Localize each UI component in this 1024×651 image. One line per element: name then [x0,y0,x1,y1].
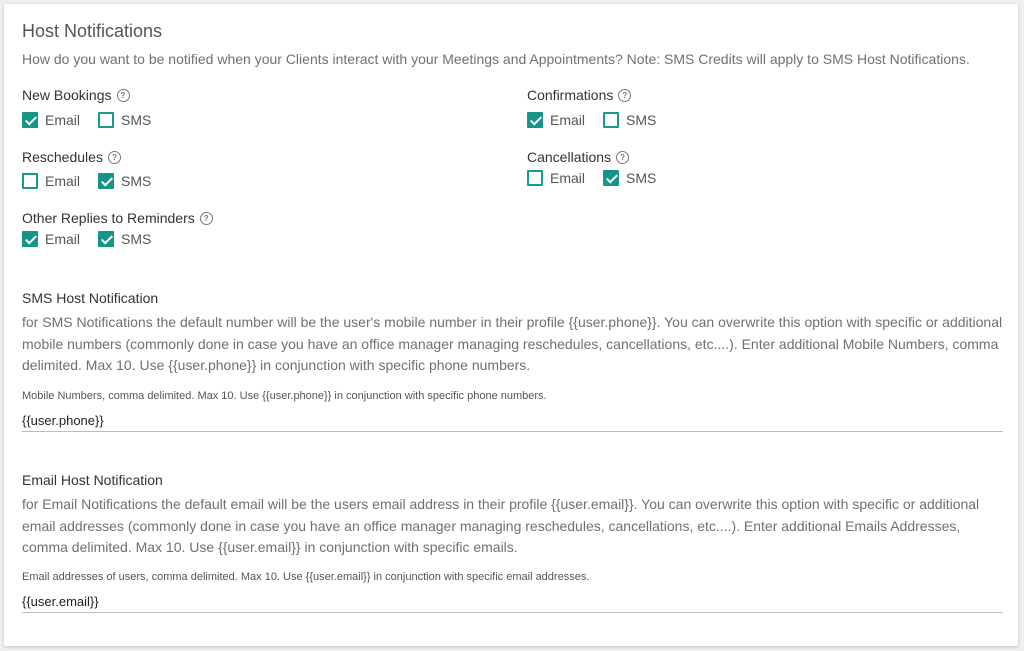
checkbox-label-email: Email [45,112,81,128]
checkbox-label-email: Email [45,231,81,247]
checkbox-label-email: Email [550,112,586,128]
email-addresses-input[interactable] [22,590,1003,613]
help-icon[interactable]: ? [107,150,121,164]
cancellations-email-checkbox[interactable]: Email [527,170,585,186]
other-replies-email-checkbox[interactable]: Email [22,231,80,247]
reschedules-email-checkbox[interactable]: Email [22,173,80,189]
confirmations-label-text: Confirmations [527,87,614,103]
checkbox-box[interactable] [22,173,38,189]
new-bookings-label: New Bookings ? [22,87,130,103]
reschedules-options: Email SMS [22,173,169,189]
checkbox-box[interactable] [603,170,620,186]
cancellations-options: Email SMS [527,170,674,186]
confirmations-sms-checkbox[interactable]: SMS [603,112,656,128]
checkbox-label-sms: SMS [626,112,657,128]
email-addresses-field-label: Email addresses of users, comma delimite… [22,571,590,583]
mobile-numbers-input[interactable] [22,409,1003,432]
reschedules-sms-checkbox[interactable]: SMS [98,173,151,189]
checkbox-label-email: Email [550,170,586,186]
checkbox-label-sms: SMS [626,170,657,186]
confirmations-email-checkbox[interactable]: Email [527,112,585,128]
checkbox-box[interactable] [98,112,115,128]
help-icon[interactable]: ? [618,88,632,102]
other-replies-label-text: Other Replies to Reminders [22,210,195,226]
other-replies-label: Other Replies to Reminders ? [22,210,213,226]
checkbox-label-sms: SMS [121,231,152,247]
checkbox-box[interactable] [603,112,620,128]
reschedules-label-text: Reschedules [22,149,103,165]
cancellations-label: Cancellations ? [527,149,630,165]
cancellations-sms-checkbox[interactable]: SMS [603,170,656,186]
new-bookings-email-checkbox[interactable]: Email [22,112,80,128]
cancellations-label-text: Cancellations [527,149,612,165]
checkbox-box[interactable] [527,170,543,186]
reschedules-label: Reschedules ? [22,149,121,165]
help-icon[interactable]: ? [616,150,630,164]
page-subtitle: How do you want to be notified when your… [22,51,970,67]
checkbox-label-sms: SMS [121,173,152,189]
confirmations-label: Confirmations ? [527,87,632,103]
checkbox-label-sms: SMS [121,112,152,128]
other-replies-options: Email SMS [22,231,169,247]
checkbox-box[interactable] [527,112,543,128]
new-bookings-label-text: New Bookings [22,87,112,103]
checkbox-box[interactable] [22,231,38,247]
checkbox-label-email: Email [45,173,81,189]
email-section-title: Email Host Notification [22,472,163,488]
mobile-numbers-field-label: Mobile Numbers, comma delimited. Max 10.… [22,390,547,402]
confirmations-options: Email SMS [527,112,674,128]
new-bookings-options: Email SMS [22,112,169,128]
sms-section-title: SMS Host Notification [22,290,159,306]
page-title: Host Notifications [22,21,163,41]
help-icon[interactable]: ? [116,88,130,102]
help-icon[interactable]: ? [199,211,213,225]
checkbox-box[interactable] [22,112,38,128]
email-section-description: for Email Notifications the default emai… [22,496,980,555]
checkbox-box[interactable] [98,173,115,189]
checkbox-box[interactable] [98,231,115,247]
other-replies-sms-checkbox[interactable]: SMS [98,231,151,247]
new-bookings-sms-checkbox[interactable]: SMS [98,112,151,128]
sms-section-description: for SMS Notifications the default number… [22,314,1003,373]
